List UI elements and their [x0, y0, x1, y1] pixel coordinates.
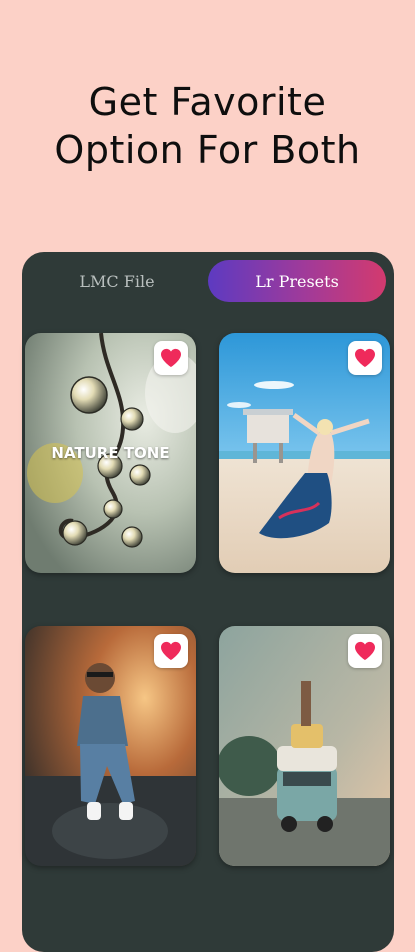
- heart-icon: [161, 348, 181, 368]
- heart-icon: [355, 641, 375, 661]
- preset-card-beach[interactable]: [219, 333, 390, 573]
- favorite-button[interactable]: [348, 341, 382, 375]
- heart-icon: [161, 641, 181, 661]
- headline-line-2: Option For Both: [54, 128, 361, 172]
- heart-icon: [355, 348, 375, 368]
- preset-panel: LMC File Lr Presets NATURE TONE: [22, 252, 394, 952]
- tab-lr-presets[interactable]: Lr Presets: [208, 260, 386, 302]
- card-label: NATURE TONE: [51, 444, 170, 462]
- favorite-button[interactable]: [154, 341, 188, 375]
- preset-card-van[interactable]: [219, 626, 390, 866]
- headline: Get Favorite Option For Both: [0, 78, 415, 174]
- headline-line-1: Get Favorite: [88, 80, 327, 124]
- favorite-button[interactable]: [348, 634, 382, 668]
- preset-card-portrait[interactable]: [25, 626, 196, 866]
- favorite-button[interactable]: [154, 634, 188, 668]
- preset-card-nature-tone[interactable]: NATURE TONE: [25, 333, 196, 573]
- tab-lmc-file[interactable]: LMC File: [42, 260, 192, 302]
